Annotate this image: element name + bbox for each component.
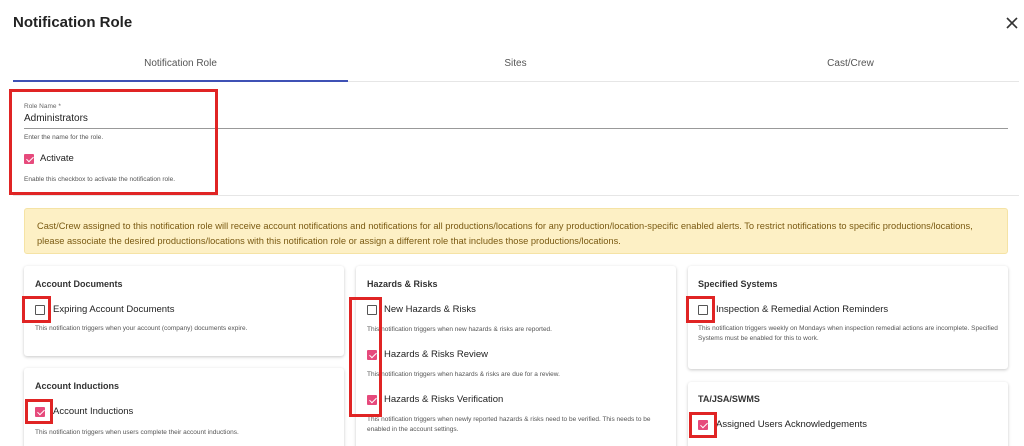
highlight-box — [349, 297, 382, 417]
highlight-box — [25, 399, 53, 424]
info-banner: Cast/Crew assigned to this notification … — [24, 208, 1008, 254]
new-hazards-risks-label: New Hazards & Risks — [384, 304, 476, 315]
role-highlight-box — [9, 89, 218, 195]
tab-cast-crew[interactable]: Cast/Crew — [683, 52, 1018, 81]
highlight-box — [22, 296, 51, 323]
expiring-account-documents-desc: This notification triggers when your acc… — [35, 325, 248, 332]
tab-sites[interactable]: Sites — [348, 52, 683, 81]
inspection-remedial-reminders-label: Inspection & Remedial Action Reminders — [716, 304, 889, 315]
account-inductions-desc: This notification triggers when users co… — [35, 429, 239, 436]
card-title-account-documents: Account Documents — [35, 279, 123, 289]
card-title-hazards-risks: Hazards & Risks — [367, 279, 438, 289]
highlight-box — [686, 296, 715, 323]
card-ta-jsa-swms — [688, 382, 1008, 446]
account-inductions-label: Account Inductions — [53, 406, 134, 417]
close-icon[interactable] — [1005, 16, 1019, 30]
dialog-title: Notification Role — [13, 14, 133, 31]
card-title-specified-systems: Specified Systems — [698, 279, 778, 289]
card-title-account-inductions: Account Inductions — [35, 381, 119, 391]
hazards-risks-verification-desc: This notification triggers when newly re… — [367, 416, 651, 433]
inspection-remedial-reminders-desc: This notification triggers weekly on Mon… — [698, 325, 998, 342]
hazards-risks-review-desc: This notification triggers when hazards … — [367, 371, 560, 378]
assigned-users-acknowledgements-label: Assigned Users Acknowledgements — [716, 419, 868, 430]
highlight-box — [689, 412, 717, 438]
tab-notification-role[interactable]: Notification Role — [13, 52, 348, 82]
tab-bar: Notification Role Sites Cast/Crew — [13, 52, 1019, 82]
new-hazards-risks-desc: This notification triggers when new haza… — [367, 326, 552, 333]
expiring-account-documents-label: Expiring Account Documents — [53, 304, 175, 315]
hazards-risks-review-label: Hazards & Risks Review — [384, 349, 488, 360]
hazards-risks-verification-label: Hazards & Risks Verification — [384, 394, 504, 405]
section-divider — [13, 195, 1019, 196]
card-title-ta-jsa-swms: TA/JSA/SWMS — [698, 394, 760, 404]
